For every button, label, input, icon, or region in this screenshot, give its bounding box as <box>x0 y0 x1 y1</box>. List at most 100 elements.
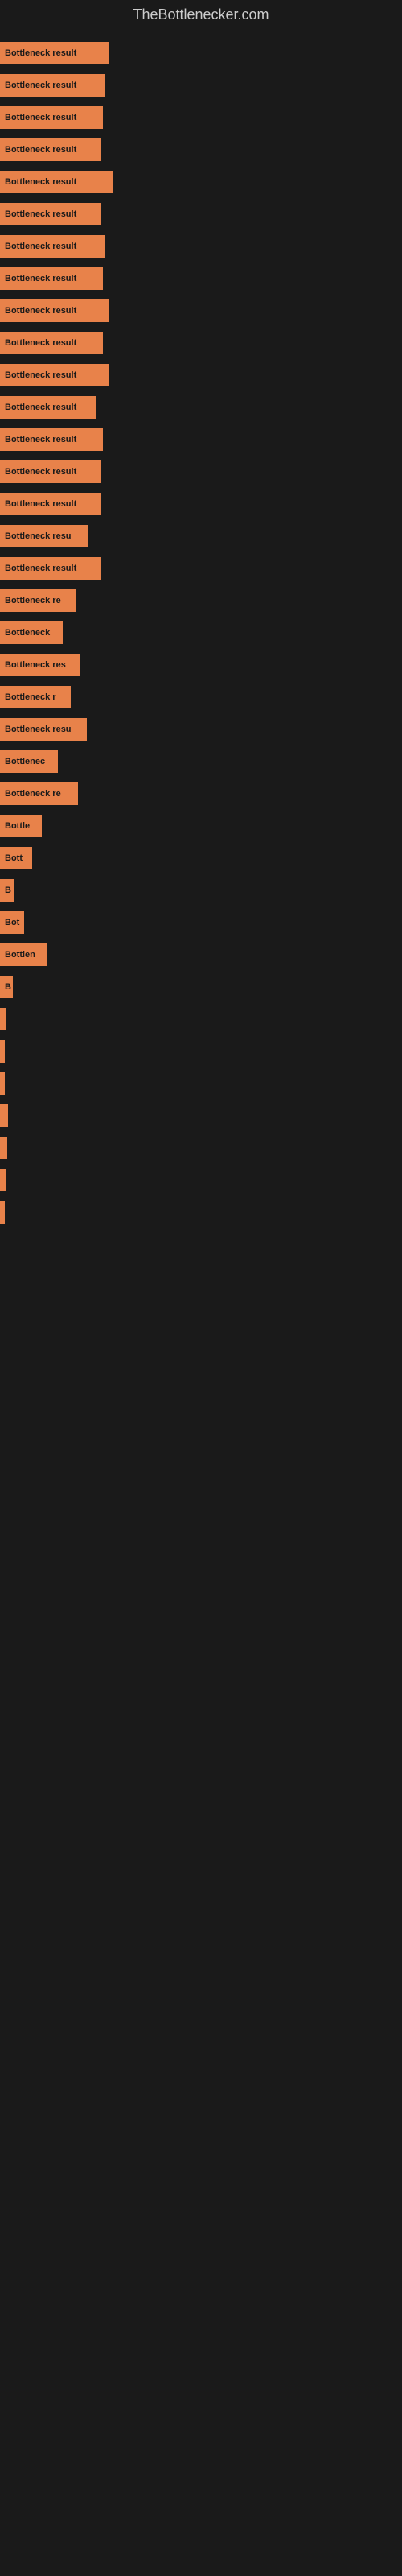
result-bar: Bottleneck <box>0 621 63 644</box>
bar-row: B <box>0 972 402 1002</box>
result-bar: Bottleneck result <box>0 557 100 580</box>
result-bar: B <box>0 976 13 998</box>
result-bar: Bottleneck result <box>0 171 113 193</box>
bar-label: Bottleneck result <box>5 274 76 283</box>
bar-label: Bottleneck result <box>5 435 76 444</box>
result-bar <box>0 1201 5 1224</box>
result-bar <box>0 1169 6 1191</box>
result-bar: Bottleneck re <box>0 589 76 612</box>
bar-label: Bottlen <box>5 950 35 960</box>
bar-row: Bot <box>0 907 402 938</box>
bar-row: Bottleneck re <box>0 778 402 809</box>
result-bar: Bottleneck result <box>0 42 109 64</box>
bar-row: | <box>0 1068 402 1099</box>
bar-row <box>0 1036 402 1067</box>
bar-row: Bottleneck result <box>0 70 402 101</box>
bar-row: Bottleneck result <box>0 231 402 262</box>
bar-label: Bottleneck result <box>5 338 76 348</box>
bar-row: Bottleneck r <box>0 682 402 712</box>
bar-label: Bottleneck r <box>5 692 56 702</box>
bar-label: Bottle <box>5 821 30 831</box>
bar-label: Bottleneck result <box>5 402 76 412</box>
result-bar: Bottleneck resu <box>0 525 88 547</box>
result-bar: Bottleneck result <box>0 203 100 225</box>
bar-row: Bottleneck result <box>0 424 402 455</box>
bar-row: Bottleneck result <box>0 295 402 326</box>
bar-row <box>0 1165 402 1195</box>
bar-label: Bottleneck re <box>5 789 61 799</box>
result-bar: Bottleneck res <box>0 654 80 676</box>
result-bar: Bottleneck result <box>0 332 103 354</box>
result-bar <box>0 1008 6 1030</box>
result-bar: | <box>0 1072 5 1095</box>
bar-row: Bottleneck resu <box>0 714 402 745</box>
result-bar: Bottleneck result <box>0 493 100 515</box>
site-title: TheBottlenecker.com <box>0 0 402 30</box>
bar-row: Bottleneck re <box>0 585 402 616</box>
bar-row: Bottleneck result <box>0 167 402 197</box>
result-bar: Bottleneck result <box>0 138 100 161</box>
bar-row: Bott <box>0 843 402 873</box>
bar-row: Bottleneck result <box>0 38 402 68</box>
bar-label: Bot <box>5 918 19 927</box>
bar-row <box>0 1004 402 1034</box>
bar-label: Bottleneck result <box>5 113 76 122</box>
result-bar: Bottleneck result <box>0 460 100 483</box>
bar-label: B <box>5 886 11 895</box>
bar-row: B <box>0 875 402 906</box>
bar-row: Bottlenec <box>0 746 402 777</box>
bar-row: Bottleneck result <box>0 199 402 229</box>
bar-label: Bottleneck result <box>5 48 76 58</box>
result-bar: Bottle <box>0 815 42 837</box>
bars-container: Bottleneck result Bottleneck result Bottle… <box>0 30 402 1237</box>
bar-label: Bottleneck result <box>5 467 76 477</box>
bar-row <box>0 1100 402 1131</box>
result-bar: Bottleneck result <box>0 235 105 258</box>
bar-label: Bottleneck result <box>5 499 76 509</box>
bar-row: Bottleneck res <box>0 650 402 680</box>
result-bar: Bottleneck result <box>0 299 109 322</box>
result-bar: Bottleneck result <box>0 428 103 451</box>
result-bar: B <box>0 879 14 902</box>
bar-label: B <box>5 982 11 992</box>
bar-label: Bottleneck re <box>5 596 61 605</box>
bar-row: Bottle <box>0 811 402 841</box>
result-bar <box>0 1104 8 1127</box>
bar-row: Bottleneck <box>0 617 402 648</box>
result-bar: Bot <box>0 911 24 934</box>
bar-row: Bottleneck resu <box>0 521 402 551</box>
bar-label: Bottleneck <box>5 628 50 638</box>
bar-label: Bott <box>5 853 23 863</box>
bar-row: Bottleneck result <box>0 134 402 165</box>
bar-row: Bottleneck result <box>0 392 402 423</box>
bar-label: Bottleneck result <box>5 209 76 219</box>
bar-label: Bottleneck result <box>5 80 76 90</box>
bar-row <box>0 1197 402 1228</box>
result-bar: Bottleneck result <box>0 396 96 419</box>
result-bar: Bottlenec <box>0 750 58 773</box>
result-bar: Bottleneck re <box>0 782 78 805</box>
bar-label: Bottleneck res <box>5 660 66 670</box>
bar-row: Bottleneck result <box>0 328 402 358</box>
result-bar: Bottleneck result <box>0 267 103 290</box>
bar-row: Bottleneck result <box>0 553 402 584</box>
bar-label: Bottleneck result <box>5 145 76 155</box>
result-bar: Bottleneck result <box>0 74 105 97</box>
bar-row <box>0 1133 402 1163</box>
bar-row: Bottleneck result <box>0 102 402 133</box>
result-bar: Bott <box>0 847 32 869</box>
bar-label: Bottleneck result <box>5 242 76 251</box>
bar-label: Bottleneck resu <box>5 724 72 734</box>
bar-label: Bottleneck resu <box>5 531 72 541</box>
result-bar <box>0 1040 5 1063</box>
bar-label: Bottleneck result <box>5 306 76 316</box>
result-bar <box>0 1137 7 1159</box>
bar-label: Bottleneck result <box>5 564 76 573</box>
result-bar: Bottlen <box>0 943 47 966</box>
bar-label: Bottleneck result <box>5 370 76 380</box>
bar-label: Bottleneck result <box>5 177 76 187</box>
bar-row: Bottleneck result <box>0 263 402 294</box>
result-bar: Bottleneck resu <box>0 718 87 741</box>
result-bar: Bottleneck result <box>0 364 109 386</box>
bar-label: Bottlenec <box>5 757 45 766</box>
